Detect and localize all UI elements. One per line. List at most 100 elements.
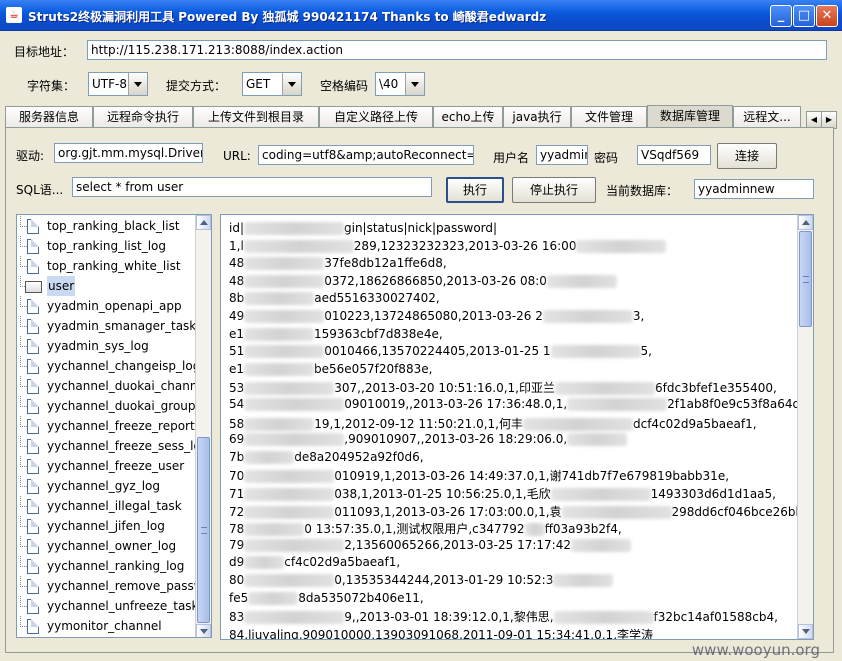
- scroll-thumb[interactable]: [799, 231, 812, 327]
- table-list-item[interactable]: yychannel_gyz_log: [17, 476, 197, 496]
- table-icon: [27, 519, 39, 534]
- table-name: yychannel_jifen_log: [47, 519, 165, 533]
- tab-server-info[interactable]: 服务器信息: [5, 106, 93, 127]
- table-list-item[interactable]: yychannel_duokai_channel: [17, 376, 208, 396]
- result-line-start: 53: [229, 381, 245, 396]
- tab-echo-upload[interactable]: echo上传: [433, 106, 503, 127]
- table-icon: [27, 439, 39, 454]
- redacted-mask: [244, 574, 335, 587]
- chevron-down-icon[interactable]: [405, 73, 424, 95]
- redacted-mask: [244, 505, 335, 519]
- result-line-middle: 9,,2013-03-01 18:39:12.0,1,黎伟思,: [344, 610, 554, 625]
- tab-remote-file[interactable]: 远程文...: [733, 106, 801, 127]
- table-list-item[interactable]: top_ranking_white_list: [17, 256, 197, 276]
- current-db-input[interactable]: yyadminnew: [694, 179, 814, 199]
- tree-line: [20, 456, 27, 467]
- table-list-item[interactable]: yychannel_jifen_log: [17, 516, 197, 536]
- table-list-item[interactable]: top_ranking_list_log: [17, 236, 197, 256]
- result-line: 83 9,,2013-03-01 18:39:12.0,1,黎伟思, f32bc14…: [229, 608, 778, 625]
- result-line-start: 48: [229, 273, 245, 288]
- charset-value: UTF-8: [92, 77, 127, 91]
- redacted-mask: [243, 239, 354, 253]
- table-list-item[interactable]: yychannel_changeisp_log: [17, 356, 200, 376]
- password-label: 密码: [594, 151, 619, 165]
- result-line-start: e1: [229, 326, 245, 341]
- scroll-up-icon[interactable]: [196, 215, 211, 230]
- tab-remote-command[interactable]: 远程命令执行: [93, 106, 193, 127]
- table-list-item[interactable]: yyadmin_sys_log: [17, 336, 197, 356]
- tab-upload-root[interactable]: 上传文件到根目录: [193, 106, 319, 127]
- redacted-mask: [244, 488, 335, 501]
- tab-file-manager[interactable]: 文件管理: [571, 106, 647, 127]
- scroll-down-icon[interactable]: [196, 624, 211, 637]
- redacted-mask: [248, 591, 299, 605]
- result-line: d9 cf4c02d9a5baeaf1,: [229, 555, 401, 570]
- chevron-down-icon[interactable]: [128, 73, 147, 95]
- space-encoding-select[interactable]: \40: [375, 72, 425, 96]
- table-list[interactable]: top_ranking_black_list top_ranking_list_l…: [16, 214, 212, 638]
- table-list-scrollbar[interactable]: [195, 215, 211, 637]
- result-line: 70 010919,1,2013-03-26 14:49:37.0,1,谢741d…: [229, 467, 729, 484]
- table-icon: [27, 619, 39, 634]
- minimize-button[interactable]: _: [770, 5, 792, 27]
- redacted-mask: [244, 382, 335, 396]
- result-line-start: 48: [229, 256, 245, 271]
- table-list-item[interactable]: user: [17, 276, 197, 296]
- table-list-item[interactable]: yyadmin_openapi_app: [17, 296, 197, 316]
- result-line: id| gin|status|nick|password|: [229, 221, 497, 235]
- table-name: yychannel_unfreeze_task: [47, 599, 199, 613]
- redacted-mask: [522, 417, 633, 431]
- redacted-mask: [244, 362, 315, 376]
- result-line: 53 307,,2013-03-20 10:51:16.0,1,印亚兰 6fdc3b…: [229, 379, 777, 396]
- table-icon: [27, 499, 39, 514]
- redacted-mask: [244, 274, 325, 288]
- tab-java-exec[interactable]: java执行: [503, 106, 571, 127]
- method-select[interactable]: GET: [242, 72, 302, 96]
- scroll-up-icon[interactable]: [798, 215, 813, 230]
- result-textarea[interactable]: id| gin|status|nick|password| 1,l 289,12323…: [220, 214, 814, 640]
- result-line-start: 83: [229, 610, 245, 625]
- charset-select[interactable]: UTF-8: [88, 72, 148, 96]
- table-list-item[interactable]: yychannel_illegal_task: [17, 496, 197, 516]
- tree-line: [20, 336, 27, 347]
- execute-button[interactable]: 执行: [446, 177, 504, 203]
- table-list-item[interactable]: yychannel_unfreeze_task: [17, 596, 199, 616]
- stop-execute-button[interactable]: 停止执行: [512, 177, 596, 203]
- table-name: yyadmin_sys_log: [47, 339, 149, 353]
- result-line: e1 be56e057f20f883e,: [229, 362, 432, 376]
- result-line-middle: cf4c02d9a5baeaf1,: [284, 555, 401, 570]
- tree-line: [20, 316, 27, 327]
- db-url-input[interactable]: coding=utf8&amp;autoReconnect=true: [258, 145, 474, 165]
- watermark: www.wooyun.org: [691, 641, 820, 659]
- connect-button[interactable]: 连接: [717, 143, 777, 169]
- table-list-item[interactable]: yychannel_freeze_sess_log: [17, 436, 208, 456]
- table-name: user: [47, 276, 76, 296]
- table-list-item[interactable]: top_ranking_black_list: [17, 216, 197, 236]
- table-list-item[interactable]: yychannel_ranking_log: [17, 556, 197, 576]
- table-list-item[interactable]: yymonitor_channel: [17, 616, 197, 636]
- table-list-item[interactable]: yyadmin_smanager_task: [17, 316, 197, 336]
- sql-input[interactable]: select * from user: [72, 177, 432, 197]
- close-button[interactable]: ✕: [816, 5, 838, 27]
- result-scrollbar[interactable]: [797, 215, 813, 639]
- maximize-button[interactable]: □: [793, 5, 815, 27]
- redacted-mask: [244, 327, 315, 341]
- result-line-end: 6fdc3bfef1e355400,: [654, 381, 777, 396]
- password-input[interactable]: VSqdf569: [637, 145, 711, 165]
- target-url-input[interactable]: http://115.238.171.213:8088/index.action: [87, 40, 827, 60]
- driver-input[interactable]: org.gjt.mm.mysql.Driver: [54, 143, 203, 163]
- tab-database-manager[interactable]: 数据库管理: [647, 105, 733, 128]
- table-list-item[interactable]: yychannel_freeze_user: [17, 456, 197, 476]
- username-input[interactable]: yyadmin: [536, 145, 588, 165]
- table-list-item[interactable]: yychannel_duokai_group: [17, 396, 197, 416]
- scroll-down-icon[interactable]: [798, 624, 813, 639]
- redacted-mask: [576, 239, 667, 253]
- tab-custom-path-upload[interactable]: 自定义路径上传: [319, 106, 433, 127]
- chevron-down-icon[interactable]: [282, 73, 301, 95]
- table-list-item[interactable]: yychannel_owner_log: [17, 536, 197, 556]
- table-icon: [27, 359, 39, 374]
- scroll-thumb[interactable]: [197, 437, 210, 623]
- table-list-item[interactable]: yychannel_freeze_report: [17, 416, 197, 436]
- redacted-mask: [553, 611, 654, 625]
- table-list-item[interactable]: yychannel_remove_passwo: [17, 576, 211, 596]
